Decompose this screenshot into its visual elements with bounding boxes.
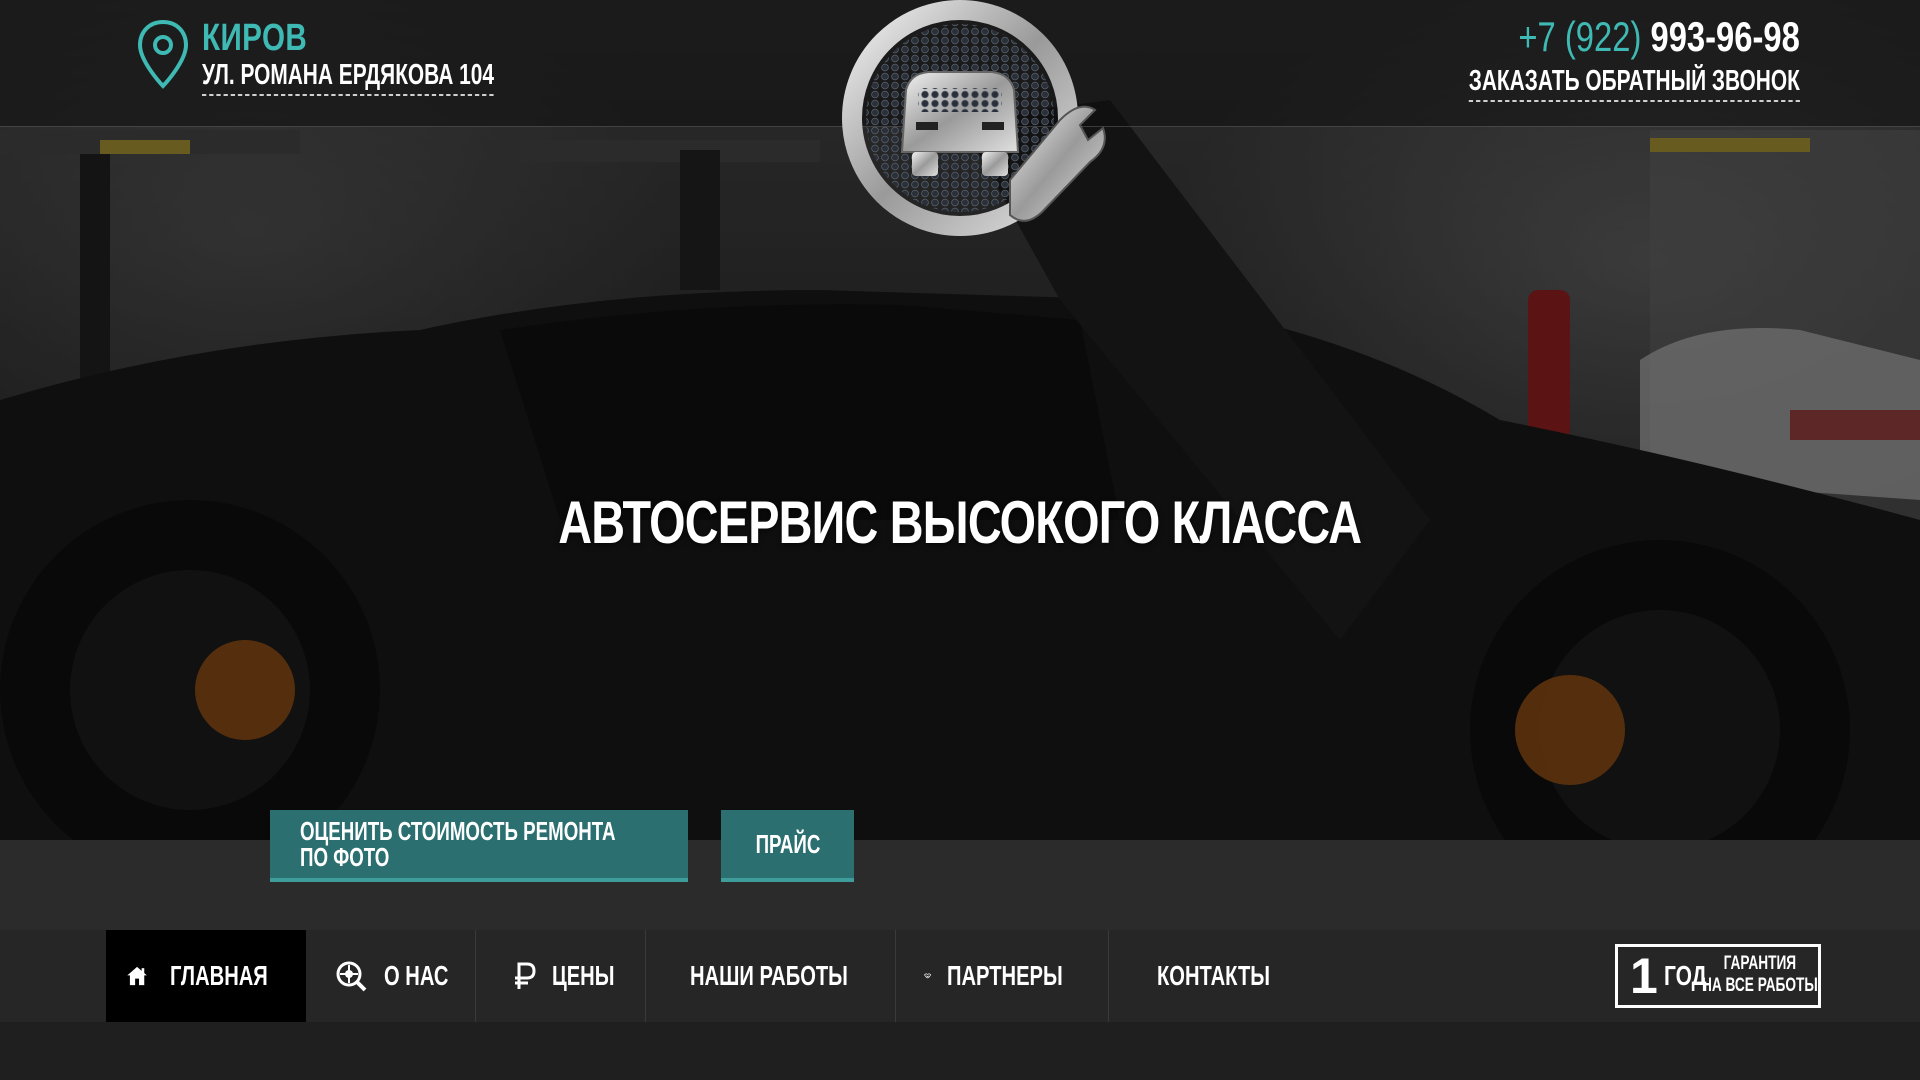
wheel-search-icon (336, 961, 367, 992)
footer-strip (0, 1022, 1920, 1080)
map-pin-icon (137, 19, 189, 89)
nav-item-home[interactable]: ГЛАВНАЯ (106, 930, 306, 1022)
contact-block: +7 (922) 993-96-98 ЗАКАЗАТЬ ОБРАТНЫЙ ЗВО… (1340, 14, 1800, 102)
nav-label-home: ГЛАВНАЯ (170, 960, 268, 991)
guarantee-number: 1 (1630, 948, 1658, 1004)
price-button[interactable]: ПРАЙС (721, 810, 854, 882)
location-block: КИРОВ УЛ. РОМАНА ЕРДЯКОВА 104 (136, 18, 607, 96)
photo-estimate-label: ОЦЕНИТЬ СТОИМОСТЬ РЕМОНТА ПО ФОТО (300, 818, 616, 870)
phone-code: +7 (922) (1518, 13, 1642, 60)
nav-label-prices: ЦЕНЫ (552, 960, 615, 991)
price-button-label: ПРАЙС (755, 829, 820, 859)
page: КИРОВ УЛ. РОМАНА ЕРДЯКОВА 104 +7 (922) 9… (0, 0, 1920, 1080)
logo[interactable] (820, 0, 1110, 250)
nav-item-partners[interactable]: ПАРТНЕРЫ (896, 930, 1109, 1022)
hero-headline: АВТОСЕРВИС ВЫСОКОГО КЛАССА (0, 488, 1920, 558)
nav-label-about: О НАС (384, 960, 449, 991)
address-link[interactable]: УЛ. РОМАНА ЕРДЯКОВА 104 (202, 58, 494, 96)
guarantee-badge: 1 ГОД ГАРАНТИЯ НА ВСЕ РАБОТЫ (1615, 944, 1821, 1008)
nav-label-contacts: КОНТАКТЫ (1157, 960, 1271, 991)
guarantee-line2: НА ВСЕ РАБОТЫ (1702, 975, 1818, 996)
nav-menu: ГЛАВНАЯ О НАС ЦЕНЫ НАШИ РАБОТЫ ПАРТНЕРЫ … (106, 930, 1309, 1022)
photo-estimate-line2: ПО ФОТО (300, 842, 390, 872)
phone-number[interactable]: +7 (922) 993-96-98 (1441, 14, 1800, 60)
guarantee-unit: ГОД (1663, 960, 1707, 991)
home-icon (127, 966, 147, 986)
callback-link[interactable]: ЗАКАЗАТЬ ОБРАТНЫЙ ЗВОНОК (1468, 64, 1800, 102)
nav-item-works[interactable]: НАШИ РАБОТЫ (646, 930, 896, 1022)
phone-digits: 993-96-98 (1650, 13, 1800, 60)
guarantee-line1: ГАРАНТИЯ (1723, 953, 1797, 974)
photo-estimate-button[interactable]: ОЦЕНИТЬ СТОИМОСТЬ РЕМОНТА ПО ФОТО (270, 810, 688, 882)
handshake-icon (924, 973, 932, 979)
nav-label-partners: ПАРТНЕРЫ (947, 960, 1063, 991)
hero-headline-text: АВТОСЕРВИС ВЫСОКОГО КЛАССА (558, 489, 1362, 556)
guarantee-text: ГАРАНТИЯ НА ВСЕ РАБОТЫ (1702, 953, 1818, 997)
ruble-icon (515, 962, 536, 989)
photo-estimate-line1: ОЦЕНИТЬ СТОИМОСТЬ РЕМОНТА (300, 816, 616, 846)
nav-item-prices[interactable]: ЦЕНЫ (476, 930, 646, 1022)
nav-label-works: НАШИ РАБОТЫ (690, 960, 848, 991)
nav-item-contacts[interactable]: КОНТАКТЫ (1109, 930, 1309, 1022)
nav-item-about[interactable]: О НАС (306, 930, 476, 1022)
city-name: КИРОВ (202, 17, 308, 59)
